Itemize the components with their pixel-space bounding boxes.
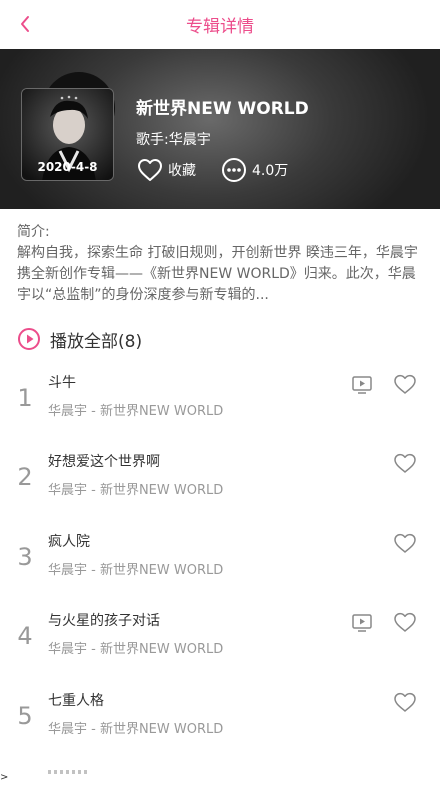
top-bar: 专辑详情 xyxy=(0,0,440,49)
play-all-button[interactable]: 播放全部(8) xyxy=(17,326,142,352)
track-row[interactable]: 1 斗牛 华晨宇 - 新世界NEW WORLD xyxy=(0,372,440,450)
track-number: 1 xyxy=(17,384,33,412)
track-row[interactable]: 2 好想爱这个世界啊 华晨宇 - 新世界NEW WORLD xyxy=(0,451,440,529)
track-artist-album: 华晨宇 - 新世界NEW WORLD xyxy=(48,722,224,737)
next-track-cutoff xyxy=(48,770,88,774)
favorite-label: 收藏 xyxy=(168,163,196,179)
album-name: 新世界NEW WORLD xyxy=(136,99,309,119)
album-intro[interactable]: 简介: 解构自我，探索生命 打破旧规则，开创新世界 睽违三年，华晨宇携全新创作专… xyxy=(17,222,427,306)
track-row[interactable]: 5 七重人格 华晨宇 - 新世界NEW WORLD xyxy=(0,690,440,768)
track-artist-album: 华晨宇 - 新世界NEW WORLD xyxy=(48,642,224,657)
heart-icon xyxy=(394,612,416,632)
track-number: 4 xyxy=(17,622,33,650)
play-circle-icon xyxy=(18,328,40,350)
track-title: 与火星的孩子对话 xyxy=(48,613,160,629)
heart-icon xyxy=(394,692,416,712)
like-button[interactable] xyxy=(393,691,417,713)
like-button[interactable] xyxy=(393,532,417,554)
track-number: 3 xyxy=(17,543,33,571)
comments-count: 4.0万 xyxy=(252,163,289,179)
heart-icon xyxy=(394,453,416,473)
video-icon xyxy=(352,614,372,632)
track-artist-album: 华晨宇 - 新世界NEW WORLD xyxy=(48,483,224,498)
track-title: 七重人格 xyxy=(48,693,104,709)
like-button[interactable] xyxy=(393,611,417,633)
album-header: 2020-4-8 新世界NEW WORLD 歌手:华晨宇 收藏 4.0万 xyxy=(0,49,440,209)
heart-icon xyxy=(138,159,162,181)
track-artist-album: 华晨宇 - 新世界NEW WORLD xyxy=(48,404,224,419)
cover-date: 2020-4-8 xyxy=(37,160,98,174)
video-icon xyxy=(352,376,372,394)
play-all-label: 播放全部(8) xyxy=(50,331,143,352)
track-title: 好想爱这个世界啊 xyxy=(48,454,160,470)
favorite-button[interactable]: 收藏 xyxy=(136,156,196,184)
comments-button[interactable]: 4.0万 xyxy=(220,156,288,184)
bottom-caret: > xyxy=(0,772,9,783)
comment-icon xyxy=(222,158,246,182)
mv-button[interactable] xyxy=(351,375,373,395)
like-button[interactable] xyxy=(393,373,417,395)
track-row[interactable]: 3 疯人院 华晨宇 - 新世界NEW WORLD xyxy=(0,531,440,609)
intro-title: 简介: xyxy=(17,224,50,240)
artist-name[interactable]: 歌手:华晨宇 xyxy=(136,129,211,149)
track-artist-album: 华晨宇 - 新世界NEW WORLD xyxy=(48,563,224,578)
track-number: 5 xyxy=(17,702,33,730)
track-title: 疯人院 xyxy=(48,534,90,550)
track-row[interactable]: 4 与火星的孩子对话 华晨宇 - 新世界NEW WORLD xyxy=(0,610,440,688)
intro-text: 解构自我，探索生命 打破旧规则，开创新世界 睽违三年，华晨宇携全新创作专辑——《… xyxy=(17,245,418,303)
heart-icon xyxy=(394,374,416,394)
like-button[interactable] xyxy=(393,452,417,474)
album-cover[interactable]: 2020-4-8 xyxy=(21,88,114,181)
page-title: 专辑详情 xyxy=(186,17,254,37)
mv-button[interactable] xyxy=(351,613,373,633)
heart-icon xyxy=(394,533,416,553)
track-title: 斗牛 xyxy=(48,375,76,391)
track-number: 2 xyxy=(17,463,33,491)
